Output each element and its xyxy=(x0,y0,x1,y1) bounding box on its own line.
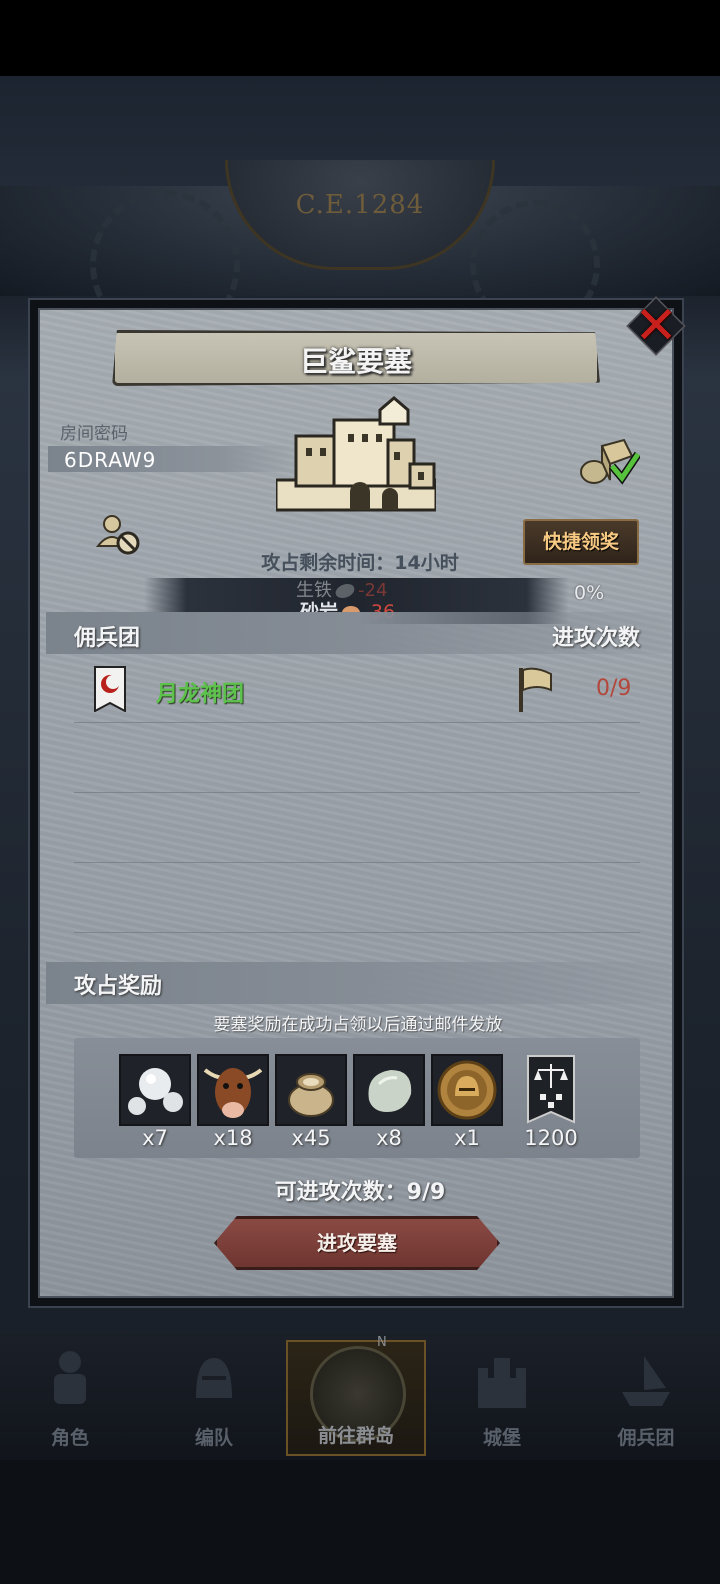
jade-stone-icon xyxy=(368,1070,412,1112)
ship-icon xyxy=(622,1356,670,1406)
reward-qty: x7 xyxy=(142,1126,168,1150)
ox-icon xyxy=(203,1068,263,1118)
nav-label: 角色 xyxy=(50,1427,89,1449)
kick-member-icon[interactable] xyxy=(96,512,142,558)
nav-label: 城堡 xyxy=(482,1427,521,1449)
reward-slot-helmet-coin[interactable] xyxy=(431,1054,503,1126)
occupy-progress-percent: 0% xyxy=(574,582,605,604)
nav-label: 前往群岛 xyxy=(317,1425,394,1447)
nav-mercenary[interactable]: 佣兵团 xyxy=(576,1340,716,1456)
reward-slot-ox[interactable] xyxy=(197,1054,269,1126)
nav-islands[interactable]: N 前往群岛 xyxy=(286,1335,426,1456)
reward-slot-jade[interactable] xyxy=(353,1054,425,1126)
legion-attack-count: 0/9 xyxy=(596,676,632,701)
reward-qty: 1200 xyxy=(524,1126,578,1150)
nav-formation[interactable]: 编队 xyxy=(144,1340,284,1456)
grain-sack-icon xyxy=(288,1073,334,1117)
attack-flag-icon xyxy=(519,667,552,712)
reward-slot-grain[interactable] xyxy=(275,1054,347,1126)
occupy-time-remaining: 攻占剩余时间：14小时 xyxy=(261,552,459,574)
knight-helmet-coin-icon xyxy=(437,1060,497,1120)
nav-role[interactable]: 角色 xyxy=(0,1340,140,1456)
row-divider xyxy=(74,792,640,793)
reward-qty: x8 xyxy=(376,1126,402,1150)
reward-qty: x18 xyxy=(213,1126,253,1150)
mercenary-header: 佣兵团 xyxy=(74,626,141,651)
row-divider xyxy=(74,722,640,723)
reward-header: 攻占奖励 xyxy=(74,974,163,999)
row-divider xyxy=(74,932,640,933)
nav-label: 佣兵团 xyxy=(617,1427,675,1449)
reward-note: 要塞奖励在成功占领以后通过邮件发放 xyxy=(213,1015,503,1035)
castle-icon xyxy=(478,1358,526,1408)
attempts-remaining: 可进攻次数：9/9 xyxy=(274,1180,446,1205)
pearl-icon xyxy=(128,1068,183,1115)
compass-north: N xyxy=(377,1335,387,1350)
close-icon[interactable]: ✕ xyxy=(630,300,682,352)
nav-castle[interactable]: 城堡 xyxy=(432,1340,572,1456)
quick-claim-button[interactable]: 快捷领奖 xyxy=(523,519,639,565)
helmet-icon xyxy=(196,1358,232,1398)
attack-count-header: 进攻次数 xyxy=(551,626,640,651)
nav-label: 编队 xyxy=(194,1427,233,1449)
room-password-label: 房间密码 xyxy=(60,424,128,444)
row-divider xyxy=(74,862,640,863)
iron-icon xyxy=(333,584,357,598)
status-bar xyxy=(0,0,720,76)
room-password-value[interactable]: 6DRAW9 xyxy=(64,448,156,472)
bottom-shade xyxy=(0,1460,720,1584)
reward-qty: x1 xyxy=(454,1126,480,1150)
justice-scales-banner-icon[interactable] xyxy=(526,1054,576,1126)
knight-icon xyxy=(54,1351,86,1404)
fortress-castle-icon xyxy=(276,396,436,512)
reward-claimed-icon xyxy=(580,438,640,485)
era-label: C.E.1284 xyxy=(295,190,425,220)
reward-qty: x45 xyxy=(291,1126,331,1150)
dialog-title: 巨鲨要塞 xyxy=(299,345,412,378)
legion-name[interactable]: 月龙神团 xyxy=(156,676,244,708)
reward-slot-pearl[interactable] xyxy=(119,1054,191,1126)
legion-banner-icon xyxy=(94,666,126,712)
attack-fortress-button[interactable]: 进攻要塞 xyxy=(214,1216,500,1270)
